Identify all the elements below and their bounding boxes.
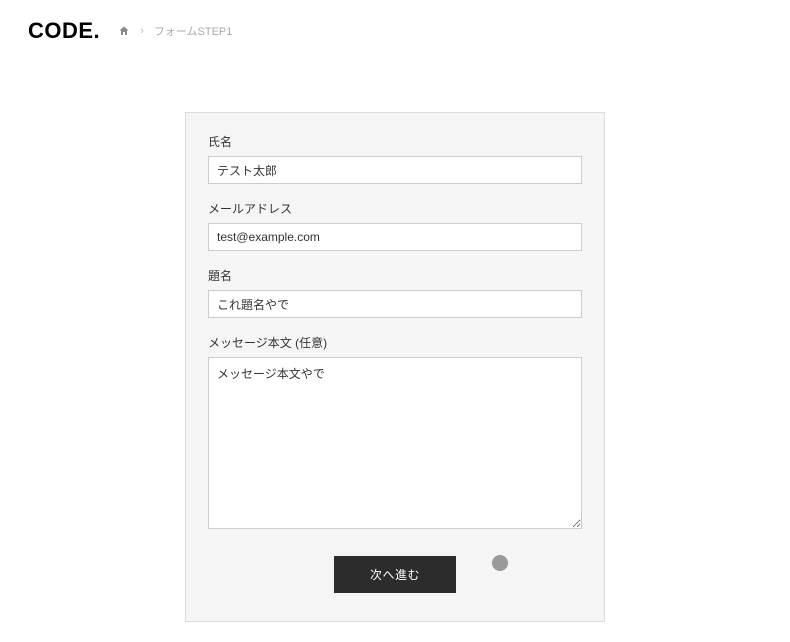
message-label: メッセージ本文 (任意) xyxy=(208,334,582,351)
email-label: メールアドレス xyxy=(208,200,582,217)
breadcrumb-current: フォームSTEP1 xyxy=(154,23,233,39)
subject-label: 題名 xyxy=(208,267,582,284)
message-textarea[interactable] xyxy=(208,357,582,529)
email-input[interactable] xyxy=(208,223,582,251)
form-container: 氏名 メールアドレス 題名 メッセージ本文 (任意) 次へ進む xyxy=(185,112,605,622)
form-group-email: メールアドレス xyxy=(208,200,582,251)
home-icon[interactable] xyxy=(118,25,130,37)
header: CODE. › フォームSTEP1 xyxy=(0,0,790,62)
subject-input[interactable] xyxy=(208,290,582,318)
logo[interactable]: CODE. xyxy=(28,18,100,44)
chevron-right-icon: › xyxy=(140,25,144,37)
form-group-subject: 題名 xyxy=(208,267,582,318)
submit-button[interactable]: 次へ進む xyxy=(334,556,456,593)
name-input[interactable] xyxy=(208,156,582,184)
name-label: 氏名 xyxy=(208,133,582,150)
breadcrumb: › フォームSTEP1 xyxy=(118,23,232,39)
form-group-message: メッセージ本文 (任意) xyxy=(208,334,582,534)
button-row: 次へ進む xyxy=(208,556,582,593)
form-group-name: 氏名 xyxy=(208,133,582,184)
